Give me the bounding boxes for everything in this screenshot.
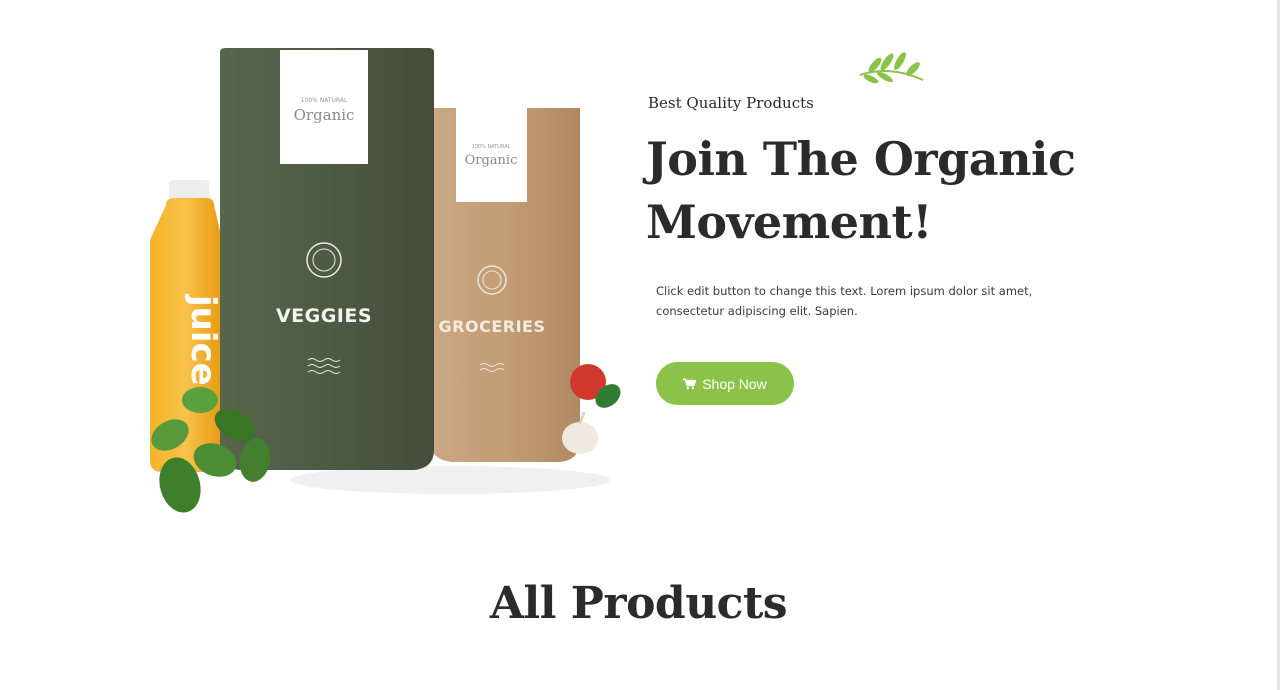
- veggies-brand: Organic: [294, 106, 355, 124]
- groceries-label: GROCERIES: [439, 317, 546, 336]
- groceries-pouch: Organic 100% NATURAL GROCERIES: [430, 108, 580, 462]
- juice-label: juice.: [183, 293, 223, 399]
- all-products-heading: All Products: [489, 578, 788, 629]
- hero-section: Organic 100% NATURAL GROCERIES juice. Or…: [0, 0, 1277, 540]
- shop-now-button[interactable]: Shop Now: [656, 362, 794, 405]
- shop-now-label: Shop Now: [702, 375, 767, 392]
- hero-eyebrow: Best Quality Products: [648, 94, 814, 112]
- groceries-brand: Organic: [465, 153, 518, 168]
- leaf-sprig-icon: [859, 52, 924, 84]
- veggies-badge: 100% NATURAL: [301, 97, 348, 104]
- cart-icon: [683, 378, 697, 389]
- hero-product-image: Organic 100% NATURAL GROCERIES juice. Or…: [150, 48, 621, 513]
- hero-description: Click edit button to change this text. L…: [656, 284, 1033, 318]
- groceries-badge: 100% NATURAL: [472, 144, 511, 150]
- veggies-label: VEGGIES: [276, 305, 372, 327]
- veggies-pouch: Organic 100% NATURAL VEGGIES: [220, 48, 434, 470]
- hero-headline: Join The Organic Movement!: [646, 132, 1076, 249]
